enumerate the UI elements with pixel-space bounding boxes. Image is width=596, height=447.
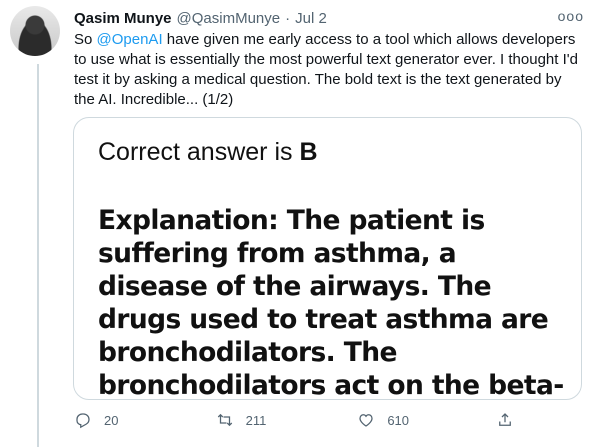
- reply-button[interactable]: 20: [74, 411, 216, 429]
- media-title-answer: B: [299, 138, 318, 166]
- tweet-text: So @OpenAI have given me early access to…: [74, 30, 582, 110]
- mention-link[interactable]: @OpenAI: [97, 31, 163, 48]
- like-button[interactable]: 610: [357, 411, 496, 429]
- author-handle[interactable]: @QasimMunye: [177, 10, 281, 27]
- like-count: 610: [387, 412, 410, 428]
- tweet-date[interactable]: Jul 2: [295, 10, 327, 27]
- separator-dot: ·: [285, 9, 291, 27]
- more-icon[interactable]: ooo: [558, 8, 584, 24]
- media-body: Explanation: The patient is suffering fr…: [98, 205, 564, 400]
- action-bar: 20 211 610: [74, 408, 514, 432]
- media-title: Correct answer is B: [98, 138, 318, 167]
- media-title-prefix: Correct answer is: [98, 138, 300, 166]
- retweet-button[interactable]: 211: [216, 411, 358, 429]
- retweet-icon: [217, 413, 232, 427]
- like-icon: [359, 414, 373, 427]
- retweet-count: 211: [245, 412, 267, 428]
- tweet-text-start: So: [74, 31, 97, 48]
- media-card[interactable]: Correct answer is B Explanation: The pat…: [73, 117, 582, 400]
- thread-line: [37, 64, 39, 447]
- share-button[interactable]: [496, 411, 514, 429]
- reply-icon: [76, 413, 90, 429]
- avatar[interactable]: [10, 6, 60, 56]
- share-icon: [499, 413, 511, 426]
- tweet-header: Qasim Munye @QasimMunye · Jul 2: [74, 8, 588, 28]
- author-name[interactable]: Qasim Munye: [74, 10, 172, 27]
- reply-count: 20: [104, 412, 119, 428]
